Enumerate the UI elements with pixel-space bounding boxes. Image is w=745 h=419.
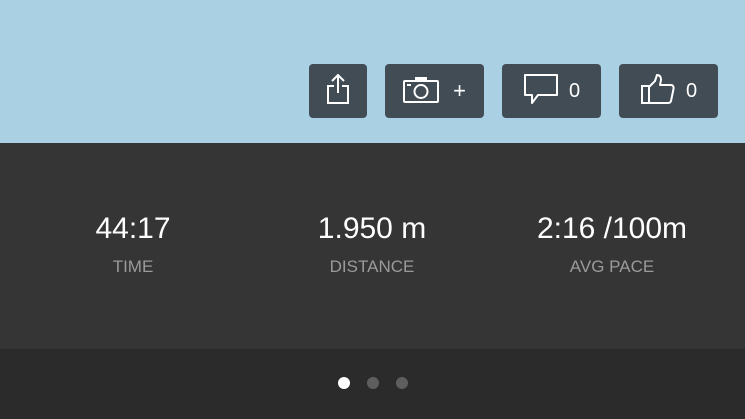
stat-distance-label: DISTANCE (329, 257, 415, 276)
stat-avg-pace: 2:16 /100m AVG PACE (492, 211, 732, 277)
stat-time: 44:17 TIME (13, 211, 253, 277)
page-dot-2[interactable] (367, 377, 379, 389)
share-button[interactable] (309, 64, 367, 118)
stat-distance-value: 1.950 m (317, 212, 427, 245)
stat-avg-pace-value: 2:16 /100m (536, 212, 688, 245)
add-photo-button[interactable]: + (385, 64, 484, 118)
comment-icon (523, 73, 559, 110)
add-photo-plus: + (453, 78, 466, 103)
stat-time-label: TIME (112, 257, 154, 276)
comments-count: 0 (568, 79, 581, 102)
comments-button[interactable]: 0 (502, 64, 601, 118)
camera-icon (403, 75, 440, 108)
stat-time-value: 44:17 (95, 212, 171, 245)
map-area[interactable]: + 0 0 (0, 0, 745, 143)
page-dot-3[interactable] (396, 377, 408, 389)
kudos-button[interactable]: 0 (619, 64, 718, 118)
stat-distance: 1.950 m DISTANCE (252, 211, 492, 277)
activity-stats[interactable]: 44:17 TIME 1.950 m DISTANCE 2:16 /100m A… (0, 143, 745, 349)
share-icon (325, 73, 351, 110)
kudos-count: 0 (685, 79, 698, 102)
page-indicator (0, 349, 745, 419)
stat-avg-pace-label: AVG PACE (569, 257, 655, 276)
thumbs-up-icon (640, 73, 676, 110)
page-dot-1[interactable] (338, 377, 350, 389)
